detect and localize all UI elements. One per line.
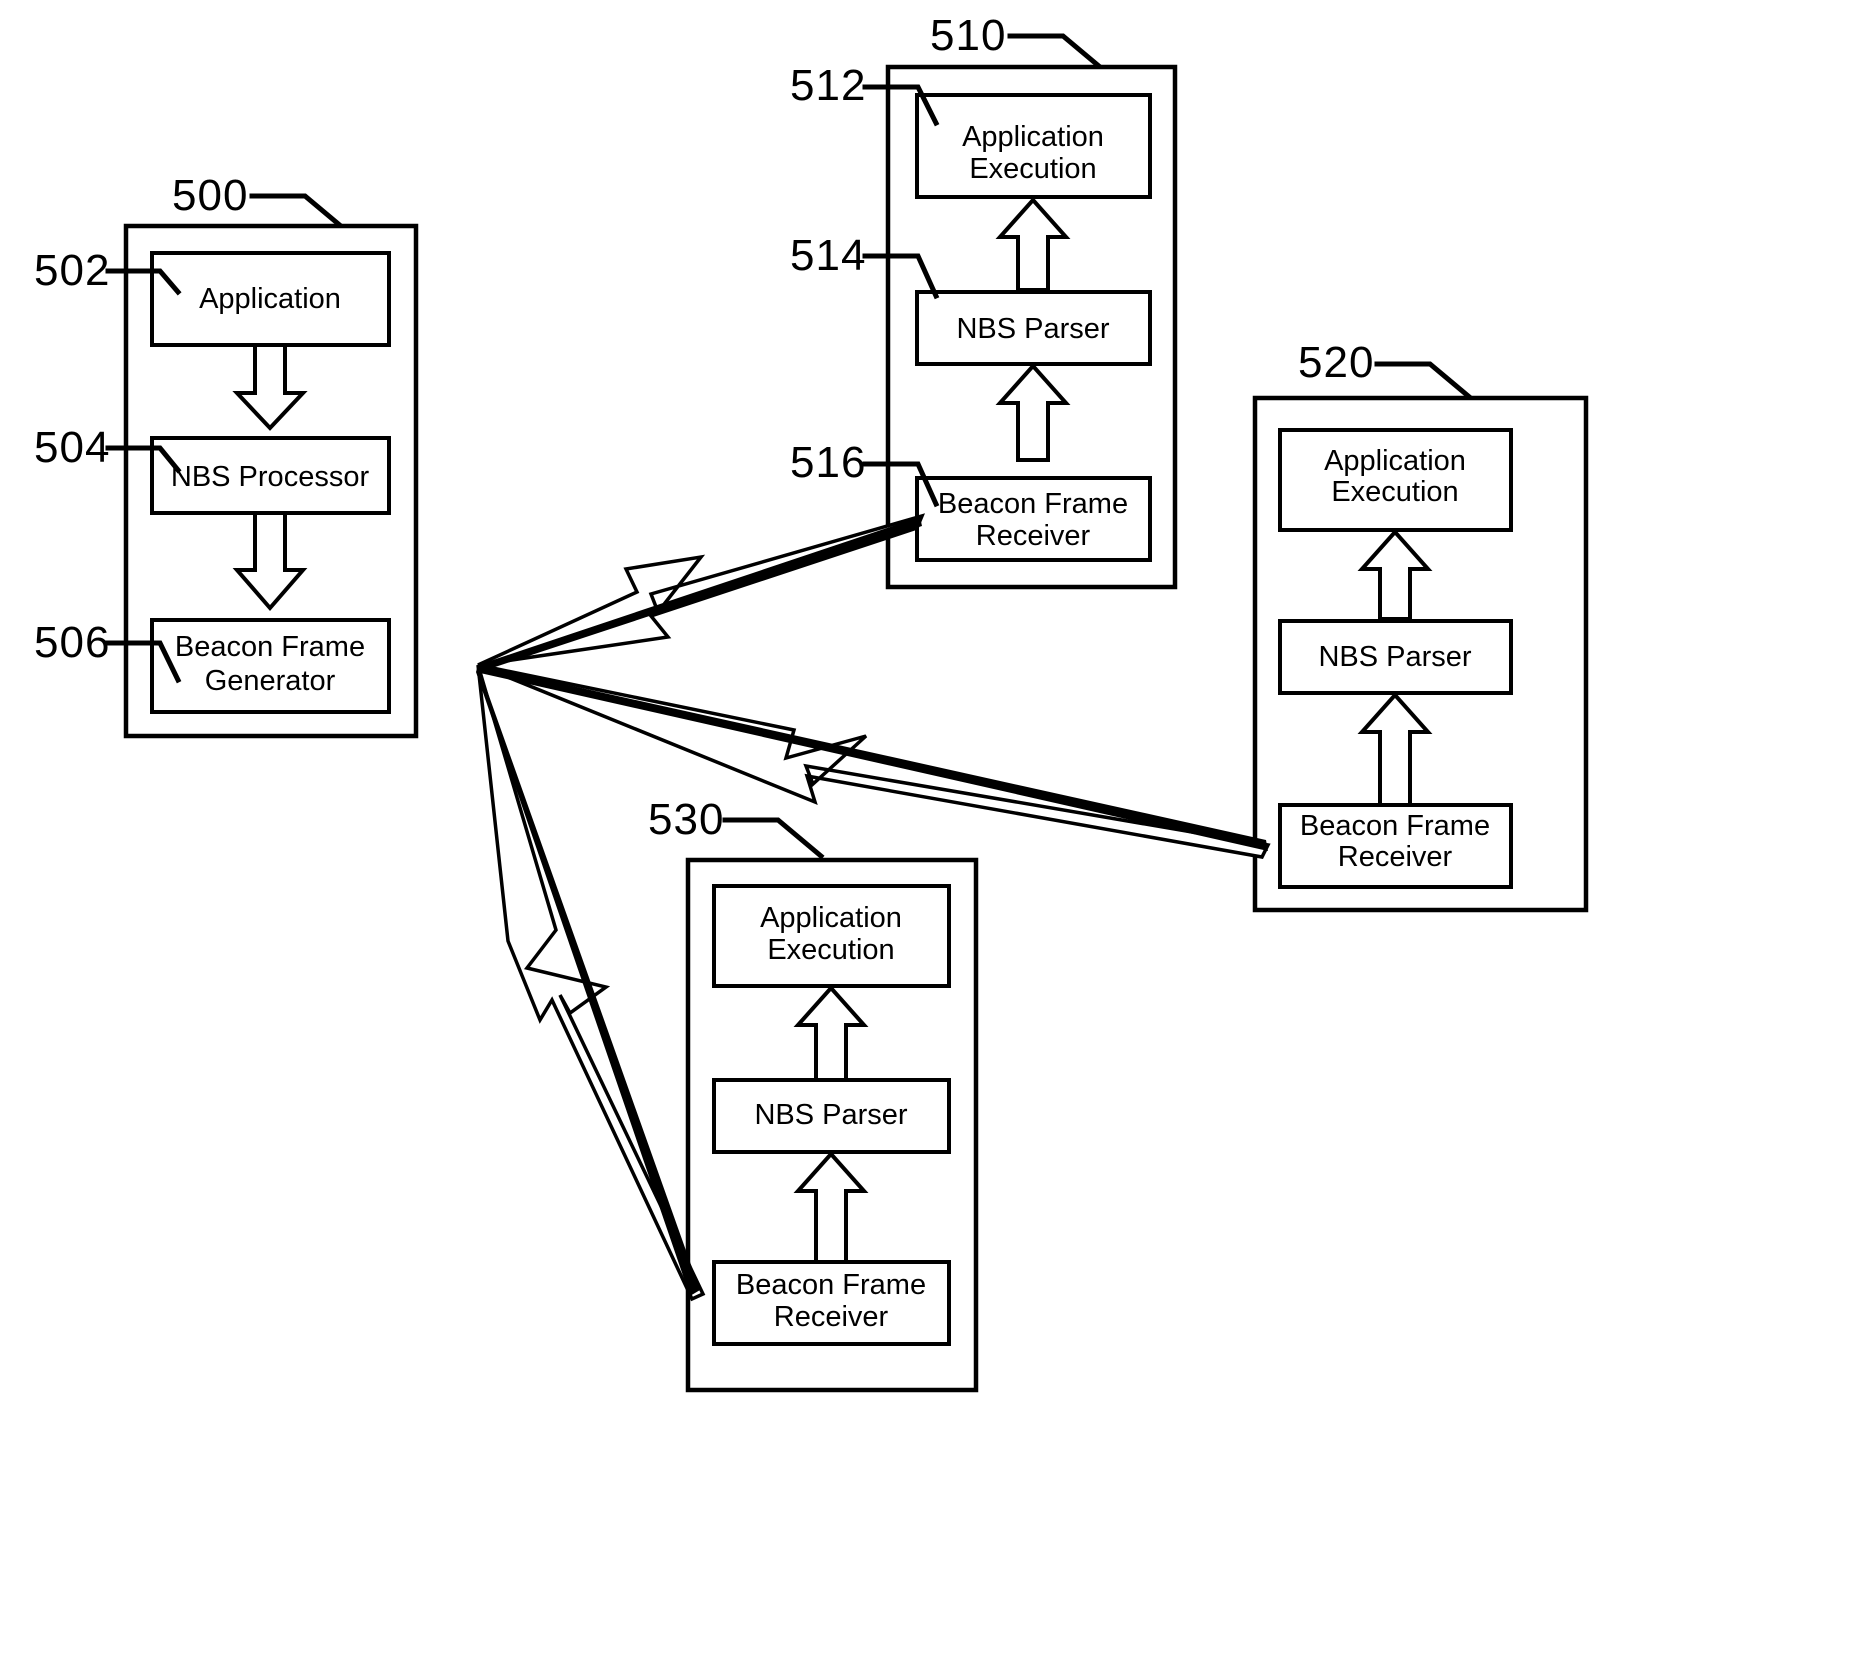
box-beacon-frame-receiver-520-label-line2: Receiver [1338,841,1453,873]
figure-canvas: 500 Application 502 NBS Processor 504 Be… [0,0,1863,1676]
box-nbs-processor-504-label: NBS Processor [171,461,370,493]
group-receiver-530: 530 Application Execution NBS Parser Bea… [648,795,979,1393]
box-application-execution-512-label-line2: Execution [969,153,1096,185]
lightning-bolt-shaft-middle [478,665,1268,851]
box-beacon-frame-receiver-516-label-line2: Receiver [976,520,1091,552]
box-beacon-frame-receiver-516-label-line1: Beacon Frame [938,488,1128,520]
box-application-execution-512-label-line1: Application [962,121,1104,153]
box-nbs-parser-514-label: NBS Parser [956,313,1109,345]
box-beacon-frame-receiver-530-label-line2: Receiver [774,1301,889,1333]
ref-number-500: 500 [172,171,248,220]
ref-number-506: 506 [34,618,110,667]
leader-520 [1374,361,1477,404]
group-transmitter-500: 500 Application 502 NBS Processor 504 Be… [34,171,419,739]
wireless-link-506-to-530 [476,664,706,1302]
lightning-bolt-shaft-lower [476,665,700,1296]
ref-number-514: 514 [790,231,866,280]
lightning-bolt-icon-upper [477,513,926,667]
box-nbs-parser-530-label: NBS Parser [754,1099,907,1131]
ref-number-530: 530 [648,795,724,844]
ref-number-512: 512 [790,61,866,110]
patent-diagram: 500 Application 502 NBS Processor 504 Be… [34,11,1589,1393]
ref-number-520: 520 [1298,338,1374,387]
ref-number-510: 510 [930,11,1006,60]
group-receiver-510: 510 Application Execution 512 NBS Parser… [790,11,1178,590]
box-application-execution-520-label-line1: Application [1324,445,1466,477]
box-beacon-frame-generator-506-label-line1: Beacon Frame [175,631,365,663]
box-application-execution-520-label-line2: Execution [1331,476,1458,508]
box-application-502-label: Application [199,283,341,315]
box-beacon-frame-receiver-530-label-line1: Beacon Frame [736,1269,926,1301]
ref-number-516: 516 [790,438,866,487]
ref-number-504: 504 [34,423,110,472]
box-beacon-frame-generator-506-label-line2: Generator [205,665,336,697]
ref-number-502: 502 [34,246,110,295]
wireless-link-506-to-516 [477,513,926,672]
group-receiver-520: 520 Application Execution NBS Parser Bea… [1252,338,1589,913]
wireless-link-506-to-520 [477,663,1271,859]
leader-530 [722,817,825,860]
box-application-execution-530-label-line1: Application [760,902,902,934]
box-beacon-frame-receiver-520-label-line1: Beacon Frame [1300,810,1490,842]
lightning-bolt-shaft-upper [478,517,922,672]
box-application-execution-530-label-line2: Execution [767,934,894,966]
box-nbs-parser-520-label: NBS Parser [1318,641,1471,673]
